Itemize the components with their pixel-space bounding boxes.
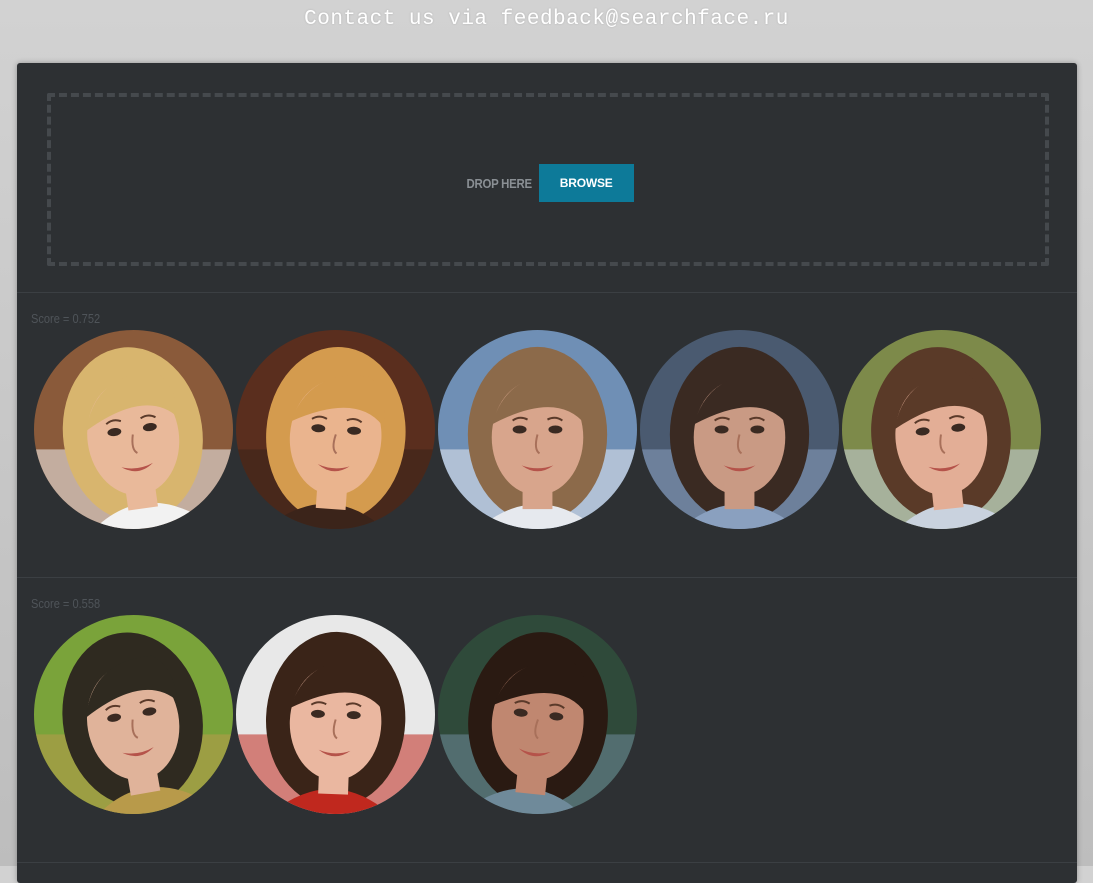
face-photo[interactable] [842,330,1041,529]
face-photo[interactable] [34,615,233,814]
drop-zone[interactable]: DROP HERE BROWSE [47,93,1049,266]
face-photo[interactable] [236,615,435,814]
drop-row: DROP HERE BROWSE [51,164,1045,202]
face-photo-image [438,330,637,529]
result-group-1: Score = 0.752 [17,293,1077,578]
score-label: Score = 0.752 [31,311,101,326]
face-row [34,330,1041,529]
score-label: Score = 0.558 [31,596,101,611]
face-photo[interactable] [640,330,839,529]
face-photo[interactable] [438,615,637,814]
drop-here-label: DROP HERE [466,175,533,191]
contact-email-text: Contact us via feedback@searchface.ru [304,8,789,31]
face-photo-image [438,615,637,814]
face-photo[interactable] [438,330,637,529]
top-bar: Contact us via feedback@searchface.ru [0,0,1093,40]
face-photo-image [236,615,435,814]
face-photo[interactable] [236,330,435,529]
face-photo-image [640,330,839,529]
face-photo-image [236,330,435,529]
face-photo[interactable] [34,330,233,529]
face-row [34,615,637,814]
face-photo-image [34,615,233,814]
face-photo-image [842,330,1041,529]
main-panel: DROP HERE BROWSE Score = 0.752 Score = 0… [17,63,1077,883]
result-group-2: Score = 0.558 [17,578,1077,863]
upload-section: DROP HERE BROWSE [17,63,1077,293]
face-photo-image [34,330,233,529]
browse-button[interactable]: BROWSE [538,164,634,202]
